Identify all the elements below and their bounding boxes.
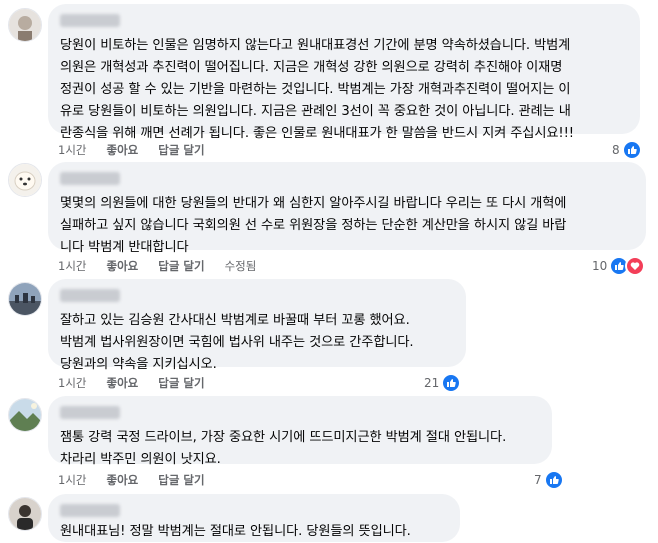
avatar[interactable] <box>8 497 42 531</box>
reaction-summary[interactable]: 8 <box>612 140 642 160</box>
comment-text: 잼통 강력 국정 드라이브, 가장 중요한 시기에 뜨드미지근한 박범계 절대 … <box>60 430 507 467</box>
comment-bubble: 당원이 비토하는 인물은 임명하지 않는다고 원내대표경선 기간에 분명 약속하… <box>48 4 640 141</box>
comment-bubble: 몇몇의 의원들에 대한 당원들의 반대가 왜 심한지 알아주시길 바랍니다 우리… <box>48 162 646 255</box>
reaction-summary[interactable]: 7 <box>534 470 564 490</box>
author-name-redacted[interactable] <box>60 172 120 185</box>
comment-actions: 1시간 좋아요 답글 달기 <box>58 142 205 158</box>
timestamp[interactable]: 1시간 <box>58 258 86 274</box>
reply-link[interactable]: 답글 달기 <box>158 375 204 391</box>
comment-text: 당원이 비토하는 인물은 임명하지 않는다고 원내대표경선 기간에 분명 약속하… <box>60 38 574 141</box>
avatar[interactable] <box>8 398 42 432</box>
reply-link[interactable]: 답글 달기 <box>158 472 204 488</box>
like-link[interactable]: 좋아요 <box>106 142 138 158</box>
comment-text: 몇몇의 의원들에 대한 당원들의 반대가 왜 심한지 알아주시길 바랍니다 우리… <box>60 196 567 255</box>
timestamp[interactable]: 1시간 <box>58 375 86 391</box>
avatar[interactable] <box>8 8 42 42</box>
reaction-count: 8 <box>612 143 620 157</box>
like-link[interactable]: 좋아요 <box>106 375 138 391</box>
reaction-count: 21 <box>424 376 440 390</box>
author-name-redacted[interactable] <box>60 289 120 302</box>
avatar[interactable] <box>8 163 42 197</box>
comment-text: 원내대표님! 정말 박범계는 절대로 안됩니다. 당원들의 뜻입니다. <box>60 524 411 539</box>
reply-link[interactable]: 답글 달기 <box>158 142 204 158</box>
timestamp[interactable]: 1시간 <box>58 472 86 488</box>
author-name-redacted[interactable] <box>60 14 120 27</box>
comment-text: 잘하고 있는 김승원 간사대신 박범계로 바꿀때 부터 꼬롱 했어요. 박범계 … <box>60 313 414 372</box>
author-name-redacted[interactable] <box>60 504 120 517</box>
reaction-count: 7 <box>534 473 542 487</box>
thumbs-up-icon <box>441 373 462 393</box>
thumbs-up-icon <box>543 470 564 490</box>
like-link[interactable]: 좋아요 <box>106 258 138 274</box>
comment-actions: 1시간 좋아요 답글 달기 <box>58 472 205 488</box>
timestamp[interactable]: 1시간 <box>58 142 86 158</box>
comment-bubble: 원내대표님! 정말 박범계는 절대로 안됩니다. 당원들의 뜻입니다. <box>48 494 460 542</box>
edited-label: 수정됨 <box>224 259 257 273</box>
reaction-summary[interactable]: 21 <box>424 373 462 393</box>
reaction-summary[interactable]: 10 <box>592 256 646 276</box>
like-link[interactable]: 좋아요 <box>106 472 138 488</box>
author-name-redacted[interactable] <box>60 406 120 419</box>
reaction-count: 10 <box>592 259 608 273</box>
comment-bubble: 잼통 강력 국정 드라이브, 가장 중요한 시기에 뜨드미지근한 박범계 절대 … <box>48 396 552 467</box>
reply-link[interactable]: 답글 달기 <box>158 258 204 274</box>
avatar[interactable] <box>8 282 42 316</box>
comment-actions: 1시간 좋아요 답글 달기 <box>58 375 205 391</box>
comment-bubble: 잘하고 있는 김승원 간사대신 박범계로 바꿀때 부터 꼬롱 했어요. 박범계 … <box>48 279 466 372</box>
thumbs-up-icon <box>621 140 642 160</box>
comment-actions: 1시간 좋아요 답글 달기 수정됨 <box>58 258 256 274</box>
heart-icon <box>625 256 646 276</box>
